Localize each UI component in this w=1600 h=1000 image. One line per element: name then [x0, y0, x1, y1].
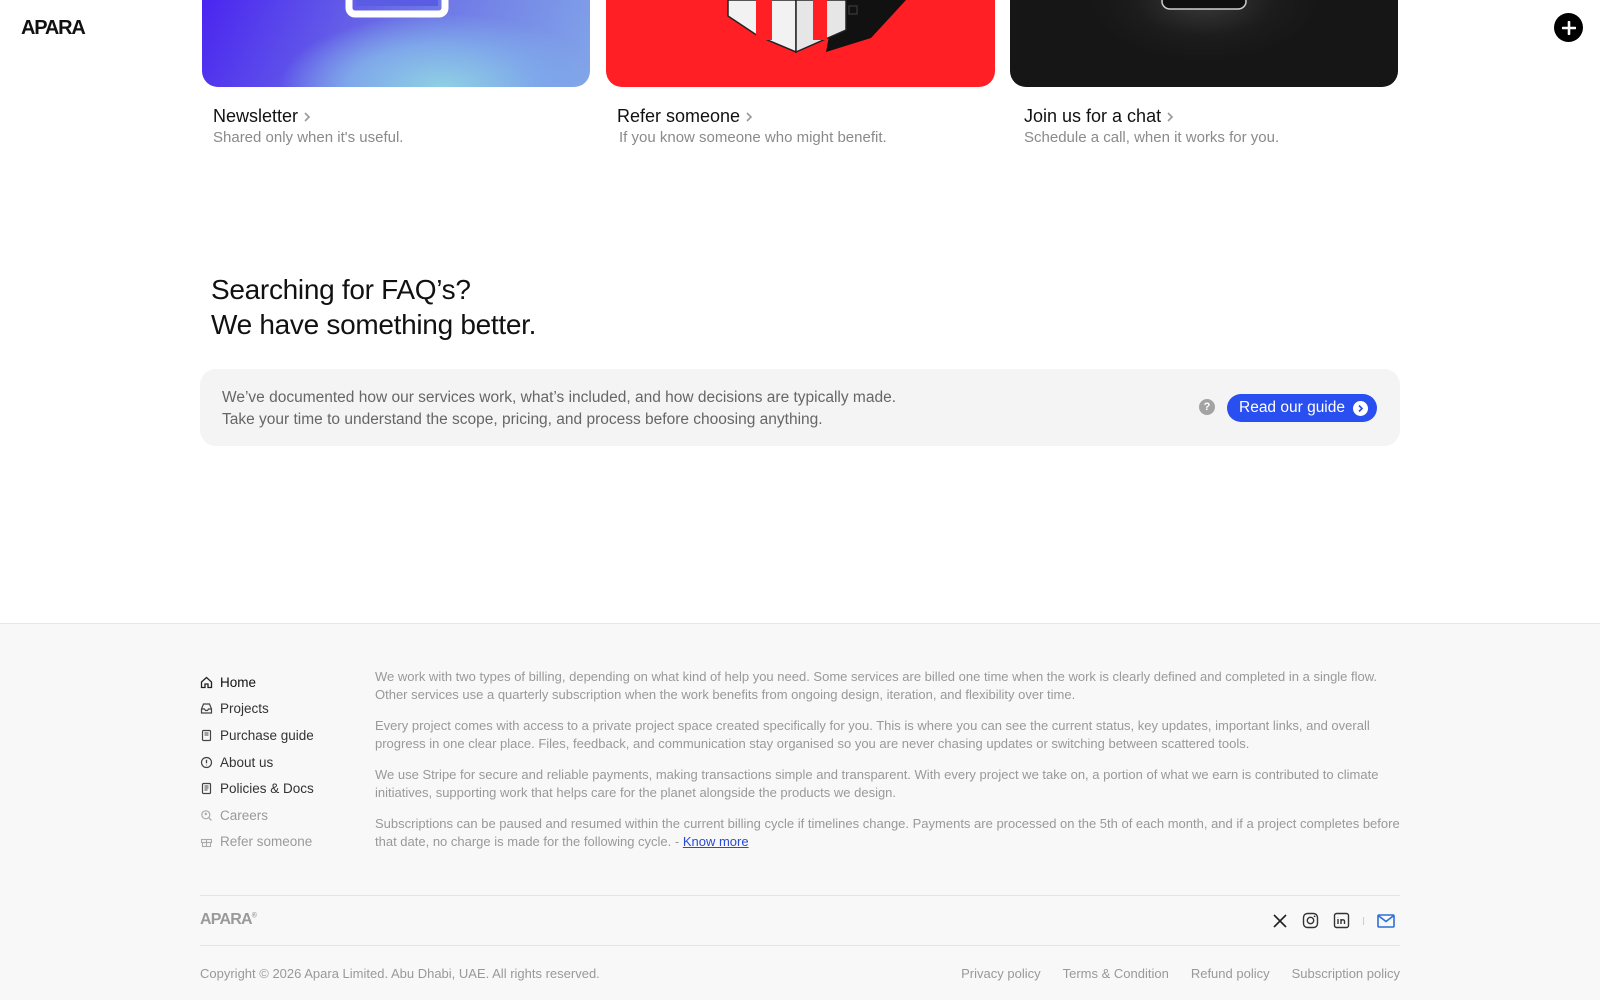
registered-mark: ®	[251, 912, 257, 920]
chat-illustration	[1010, 0, 1398, 87]
chat-device-shape	[1161, 0, 1247, 10]
footer-nav: Home Projects Purchase guide About us Po…	[200, 669, 314, 855]
copyright-text: Copyright © 2026 Apara Limited. Abu Dhab…	[200, 966, 600, 981]
newsletter-illustration	[202, 0, 590, 87]
footer-logo-text: APARA	[200, 911, 253, 928]
card-chat[interactable]: Join us for a chat Schedule a call, when…	[1010, 0, 1398, 146]
document-icon	[200, 782, 213, 795]
footer-info: We work with two types of billing, depen…	[375, 668, 1400, 864]
faq-heading: Searching for FAQ’s? We have something b…	[211, 272, 536, 342]
read-guide-label: Read our guide	[1239, 399, 1345, 416]
faq-heading-line2: We have something better.	[211, 309, 537, 340]
footer-nav-careers[interactable]: Careers	[200, 802, 314, 829]
home-icon	[200, 676, 213, 689]
card-title: Join us for a chat	[1024, 106, 1162, 126]
guide-banner: We’ve documented how our services work, …	[200, 369, 1400, 446]
chevron-right-icon	[304, 111, 311, 122]
linkedin-icon[interactable]	[1332, 911, 1351, 930]
newsletter-link[interactable]: Newsletter	[213, 106, 312, 127]
card-title: Refer someone	[617, 106, 741, 126]
footer-nav-label: About us	[220, 754, 274, 770]
footer-nav-policies-docs[interactable]: Policies & Docs	[200, 775, 314, 802]
footer-nav-label: Projects	[220, 701, 269, 717]
footer-nav-label: Purchase guide	[220, 727, 314, 743]
refund-policy-link[interactable]: Refund policy	[1191, 966, 1270, 981]
book-icon	[200, 729, 213, 742]
footer-nav-about-us[interactable]: About us	[200, 749, 314, 776]
chevron-right-icon	[746, 111, 753, 122]
gift-box-shape	[727, 0, 906, 54]
card-subtitle: Schedule a call, when it works for you.	[1024, 129, 1280, 146]
newsletter-device-shape	[345, 0, 449, 18]
gift-icon	[200, 835, 213, 848]
card-newsletter[interactable]: Newsletter Shared only when it's useful.	[202, 0, 590, 146]
search-person-icon	[200, 809, 213, 822]
guide-text-line2: Take your time to understand the scope, …	[222, 411, 823, 428]
footer: Home Projects Purchase guide About us Po…	[0, 623, 1600, 1000]
footer-nav-projects[interactable]: Projects	[200, 696, 314, 723]
faq-heading-line1: Searching for FAQ’s?	[211, 274, 471, 305]
footer-nav-home[interactable]: Home	[200, 669, 314, 696]
action-cards: Newsletter Shared only when it's useful.…	[202, 0, 1398, 160]
footer-paragraph-project-space: Every project comes with access to a pri…	[375, 718, 1370, 751]
social-separator	[1363, 916, 1364, 925]
footer-nav-purchase-guide[interactable]: Purchase guide	[200, 722, 314, 749]
footer-nav-label: Careers	[220, 807, 269, 823]
card-refer[interactable]: Refer someone If you know someone who mi…	[606, 0, 995, 146]
help-icon[interactable]: ?	[1199, 399, 1215, 415]
know-more-link[interactable]: Know more	[683, 834, 749, 849]
card-subtitle: Shared only when it's useful.	[213, 129, 404, 146]
chevron-right-icon	[1167, 111, 1174, 122]
refer-illustration	[606, 0, 995, 87]
footer-paragraph-billing: We work with two types of billing, depen…	[375, 669, 1378, 702]
footer-nav-label: Policies & Docs	[220, 781, 314, 797]
guide-text-line1: We’ve documented how our services work, …	[222, 389, 897, 406]
read-guide-button[interactable]: Read our guide	[1227, 394, 1377, 422]
terms-link[interactable]: Terms & Condition	[1063, 966, 1169, 981]
social-links	[1270, 911, 1395, 930]
chat-link[interactable]: Join us for a chat	[1024, 106, 1175, 127]
guide-description: We’ve documented how our services work, …	[222, 387, 896, 431]
footer-paragraph-payments: We use Stripe for secure and reliable pa…	[375, 767, 1379, 800]
footer-nav-label: Home	[220, 674, 257, 690]
instagram-icon[interactable]	[1301, 911, 1320, 930]
arrow-right-circle-icon	[1353, 400, 1368, 416]
brand-logo[interactable]: APARA	[21, 17, 86, 40]
footer-divider	[200, 945, 1400, 946]
info-icon	[200, 756, 213, 769]
footer-nav-refer-someone[interactable]: Refer someone	[200, 829, 314, 856]
add-button[interactable]	[1554, 13, 1583, 42]
card-title: Newsletter	[213, 106, 299, 126]
plus-circle-icon	[1561, 20, 1576, 35]
subscription-policy-link[interactable]: Subscription policy	[1292, 966, 1400, 981]
card-subtitle: If you know someone who might benefit.	[619, 129, 887, 146]
footer-nav-label: Refer someone	[220, 834, 313, 850]
privacy-policy-link[interactable]: Privacy policy	[961, 966, 1040, 981]
inbox-icon	[200, 702, 213, 715]
policy-links: Privacy policy Terms & Condition Refund …	[961, 966, 1400, 981]
subscriptions-text: Subscriptions can be paused and resumed …	[375, 816, 1400, 849]
footer-logo[interactable]: APARA®	[200, 911, 257, 929]
refer-link[interactable]: Refer someone	[617, 106, 754, 127]
x-icon[interactable]	[1270, 911, 1289, 930]
footer-paragraph-subscriptions: Subscriptions can be paused and resumed …	[375, 815, 1400, 851]
footer-divider	[200, 895, 1400, 896]
mail-icon[interactable]	[1376, 911, 1395, 930]
